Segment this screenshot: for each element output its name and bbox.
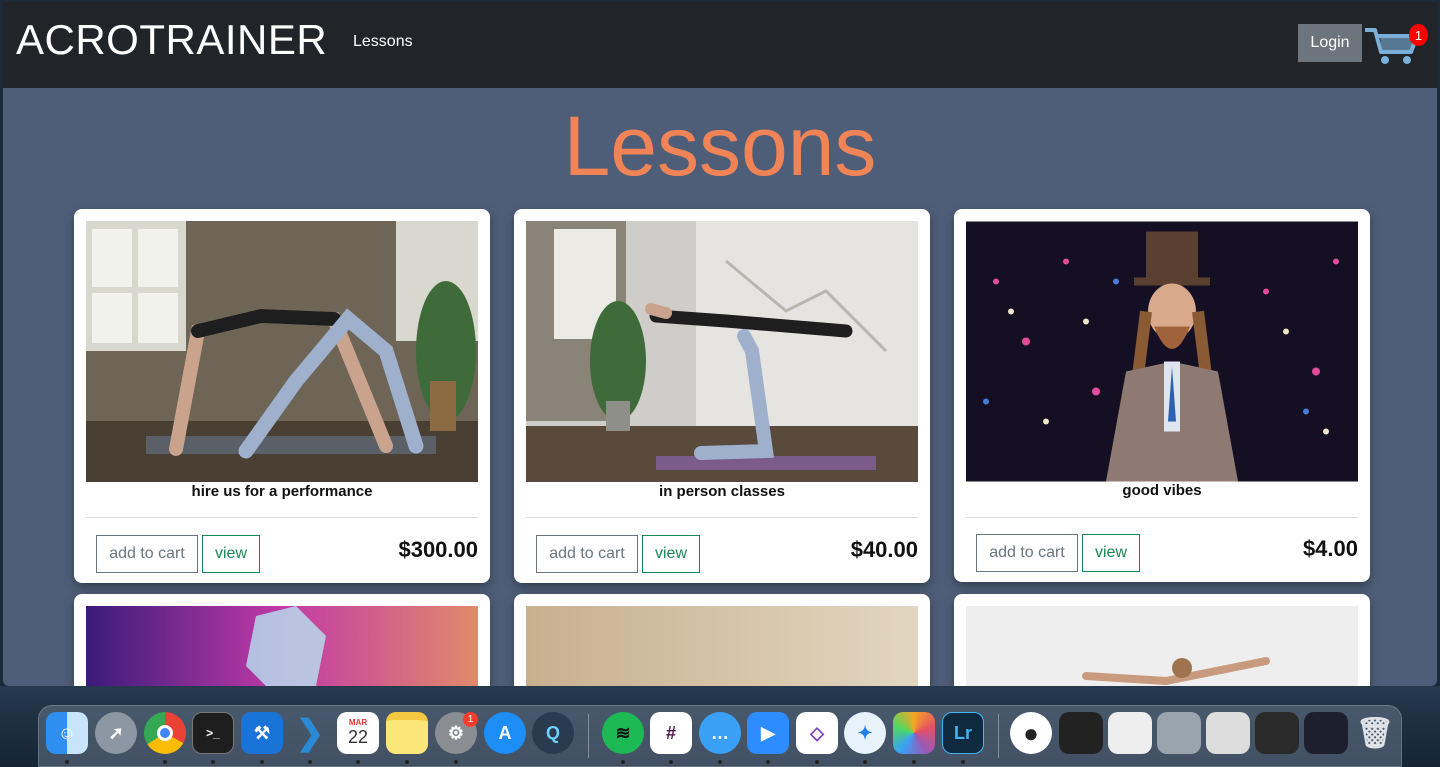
calendar-icon[interactable]: MAR 22 [337, 712, 379, 754]
running-indicator [912, 760, 916, 764]
lesson-image-classes[interactable] [526, 221, 918, 482]
navbar: ACROTRAINER Lessons Login 1 [3, 2, 1437, 88]
cart-count-badge: 1 [1409, 24, 1428, 46]
add-to-cart-button[interactable]: add to cart [96, 535, 198, 573]
slack-icon[interactable]: # [650, 712, 692, 754]
running-indicator [961, 760, 965, 764]
card-divider [86, 517, 478, 518]
launchpad-icon[interactable]: ➚ [95, 712, 137, 754]
add-to-cart-button[interactable]: add to cart [536, 535, 638, 573]
messages-icon[interactable]: … [699, 712, 741, 754]
minimized-window-thumbnail[interactable] [1255, 712, 1299, 754]
lesson-card: in person classes add to cart view $40.0… [514, 209, 930, 583]
lesson-card: good vibes add to cart view $4.00 [954, 209, 1370, 582]
lesson-card [954, 594, 1370, 686]
lesson-card [74, 594, 490, 686]
running-indicator [65, 760, 69, 764]
lightroom-icon[interactable]: Lr [942, 712, 984, 754]
system-preferences-badge: 1 [463, 712, 478, 727]
dock-separator [588, 714, 589, 758]
trash-icon[interactable]: 🗑 [1354, 712, 1396, 754]
user-icon[interactable]: ● [1010, 712, 1052, 754]
running-indicator [308, 760, 312, 764]
lesson-image[interactable] [966, 606, 1358, 686]
lesson-price: $40.00 [850, 537, 918, 562]
card-divider [526, 517, 918, 518]
running-indicator [260, 760, 264, 764]
lesson-title: hire us for a performance [191, 483, 373, 500]
visual-studio-icon[interactable]: ◇ [796, 712, 838, 754]
lesson-image-good-vibes[interactable] [966, 221, 1358, 482]
brand-logo[interactable]: ACROTRAINER [16, 16, 327, 64]
running-indicator [454, 760, 458, 764]
calendar-day: 22 [347, 727, 369, 747]
running-indicator [766, 760, 770, 764]
quicktime-icon[interactable]: Q [532, 712, 574, 754]
view-button[interactable]: view [202, 535, 260, 573]
dock-separator [998, 714, 999, 758]
running-indicator [621, 760, 625, 764]
xcode-icon[interactable]: ⚒ [241, 712, 283, 754]
card-divider [966, 517, 1358, 518]
minimized-window-thumbnail[interactable] [1304, 712, 1348, 754]
running-indicator [718, 760, 722, 764]
lesson-title: good vibes [1122, 482, 1202, 499]
running-indicator [356, 760, 360, 764]
lesson-image[interactable] [86, 606, 478, 686]
running-indicator [669, 760, 673, 764]
view-button[interactable]: view [642, 535, 700, 573]
nav-link-lessons[interactable]: Lessons [353, 33, 413, 51]
running-indicator [405, 760, 409, 764]
chrome-icon[interactable] [144, 712, 186, 754]
lesson-title: in person classes [659, 483, 785, 500]
lesson-card: hire us for a performance add to cart vi… [74, 209, 490, 583]
lesson-card [514, 594, 930, 686]
spotify-icon[interactable]: ≋ [602, 712, 644, 754]
lesson-price: $4.00 [1302, 536, 1358, 561]
vscode-icon[interactable]: ❯ [289, 712, 331, 754]
running-indicator [163, 760, 167, 764]
minimized-window-thumbnail[interactable] [1108, 712, 1152, 754]
minimized-window-thumbnail[interactable] [1059, 712, 1103, 754]
safari-icon[interactable]: ✦ [844, 712, 886, 754]
notes-icon[interactable] [386, 712, 428, 754]
browser-window: ACROTRAINER Lessons Login 1 Lessons hire… [3, 2, 1437, 686]
page-title: Lessons [563, 99, 877, 193]
terminal-icon[interactable]: >_ [192, 712, 234, 754]
minimized-window-thumbnail[interactable] [1206, 712, 1250, 754]
lesson-image[interactable] [526, 606, 918, 686]
zoom-icon[interactable]: ▶ [747, 712, 789, 754]
finder-icon[interactable]: ☺ [46, 712, 88, 754]
photos-icon[interactable] [893, 712, 935, 754]
lesson-price: $300.00 [398, 537, 478, 562]
running-indicator [815, 760, 819, 764]
calendar-month: MAR [348, 718, 368, 727]
running-indicator [211, 760, 215, 764]
minimized-window-thumbnail[interactable] [1157, 712, 1201, 754]
lesson-image-performance[interactable] [86, 221, 478, 482]
running-indicator [863, 760, 867, 764]
view-button[interactable]: view [1082, 534, 1140, 572]
add-to-cart-button[interactable]: add to cart [976, 534, 1078, 572]
app-store-icon[interactable]: A [484, 712, 526, 754]
login-button[interactable]: Login [1298, 24, 1362, 62]
